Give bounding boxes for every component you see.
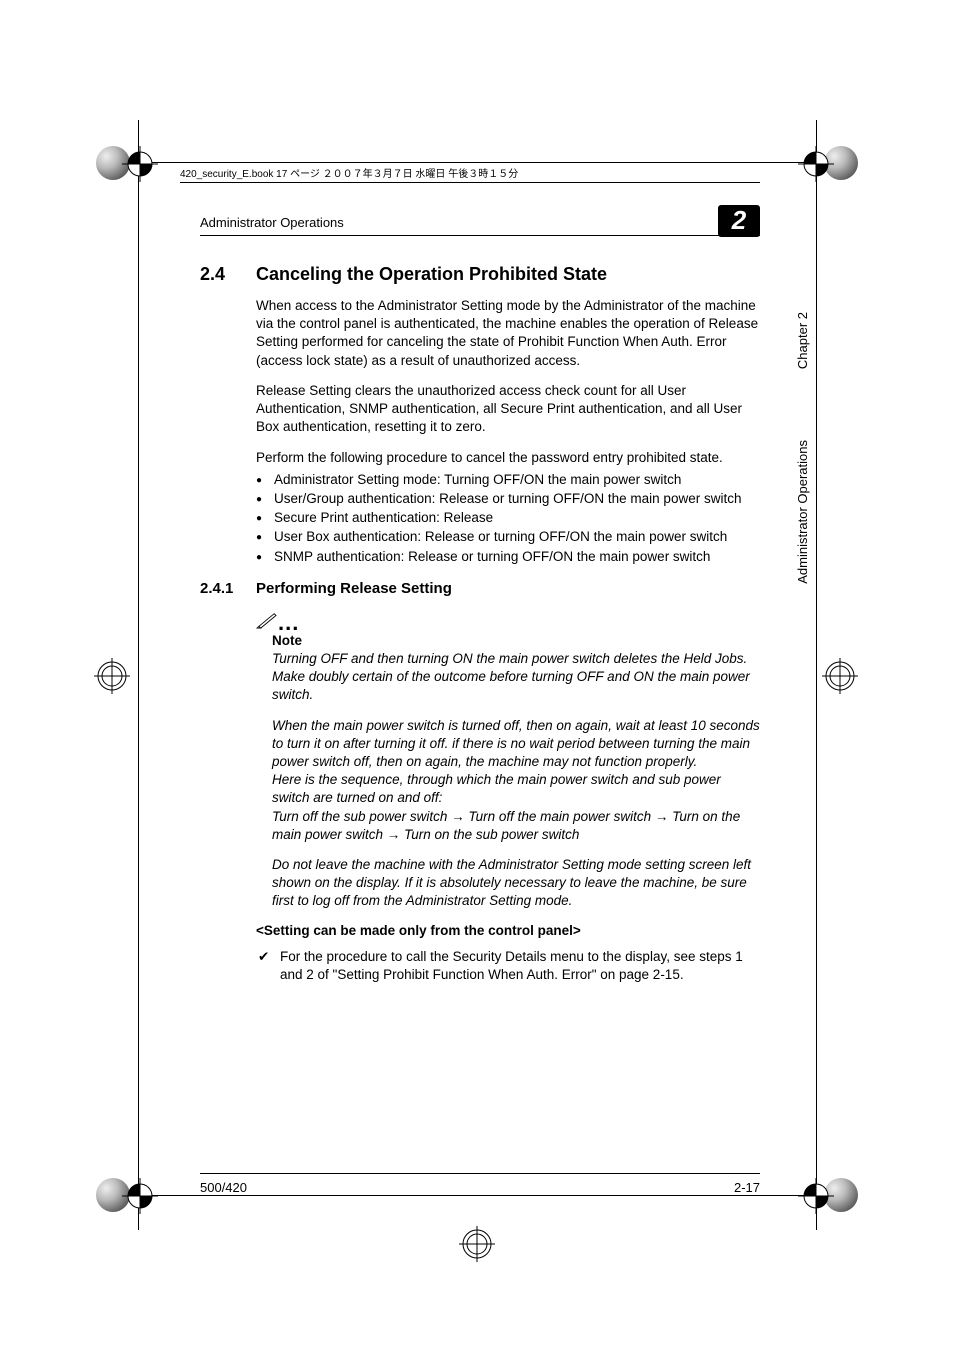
list-item: User Box authentication: Release or turn… bbox=[256, 528, 760, 546]
note-paragraph: Turn off the sub power switch → Turn off… bbox=[272, 808, 760, 844]
registration-cross bbox=[796, 1176, 836, 1216]
crop-line bbox=[130, 162, 824, 163]
subsection-number: 2.4.1 bbox=[200, 580, 256, 597]
registration-cross bbox=[120, 1176, 160, 1216]
page-header-section: Administrator Operations bbox=[200, 215, 344, 230]
setting-heading: <Setting can be made only from the contr… bbox=[256, 923, 760, 938]
registration-cross bbox=[796, 144, 836, 184]
paragraph: Release Setting clears the unauthorized … bbox=[256, 382, 760, 437]
note-paragraph: Here is the sequence, through which the … bbox=[272, 771, 760, 807]
chapter-badge: 2 bbox=[718, 205, 760, 237]
registration-cross bbox=[120, 144, 160, 184]
registration-target bbox=[822, 658, 858, 694]
list-item: Secure Print authentication: Release bbox=[256, 509, 760, 527]
list-item: Administrator Setting mode: Turning OFF/… bbox=[256, 471, 760, 489]
section-title: Canceling the Operation Prohibited State bbox=[256, 264, 607, 285]
paragraph: Perform the following procedure to cance… bbox=[256, 449, 760, 467]
subsection-title: Performing Release Setting bbox=[256, 580, 452, 597]
source-meta-line: 420_security_E.book 17 ページ ２００７年３月７日 水曜日… bbox=[180, 165, 760, 183]
section-number: 2.4 bbox=[200, 264, 256, 285]
list-item: SNMP authentication: Release or turning … bbox=[256, 548, 760, 566]
registration-target bbox=[94, 658, 130, 694]
crop-line bbox=[130, 1195, 824, 1196]
side-chapter-label: Chapter 2 bbox=[795, 312, 810, 369]
crop-line bbox=[138, 120, 139, 1230]
side-section-label: Administrator Operations bbox=[795, 440, 810, 584]
paragraph: When access to the Administrator Setting… bbox=[256, 297, 760, 370]
footer-page-number: 2-17 bbox=[734, 1180, 760, 1195]
bullet-list: Administrator Setting mode: Turning OFF/… bbox=[256, 471, 760, 566]
note-icon: ... bbox=[256, 607, 760, 633]
note-paragraph: When the main power switch is turned off… bbox=[272, 717, 760, 772]
registration-target bbox=[459, 1226, 495, 1262]
note-paragraph: Turning OFF and then turning ON the main… bbox=[272, 650, 760, 705]
note-paragraph: Do not leave the machine with the Admini… bbox=[272, 856, 760, 911]
note-label: Note bbox=[272, 633, 760, 648]
footer-model: 500/420 bbox=[200, 1180, 247, 1195]
list-item: User/Group authentication: Release or tu… bbox=[256, 490, 760, 508]
header-rule bbox=[200, 235, 760, 236]
procedure-reference: For the procedure to call the Security D… bbox=[256, 948, 760, 984]
crop-line bbox=[816, 120, 817, 1230]
